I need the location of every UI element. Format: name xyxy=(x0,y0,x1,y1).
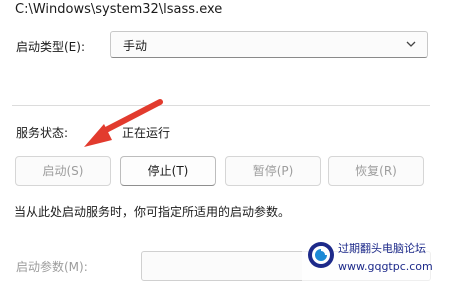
site-watermark: 过期翻头电脑论坛 www.gqgtpc.com xyxy=(302,236,450,284)
startup-type-label: 启动类型(E): xyxy=(16,40,85,54)
resume-button[interactable]: 恢复(R) xyxy=(328,156,424,186)
start-button[interactable]: 启动(S) xyxy=(15,156,111,186)
site-logo-icon xyxy=(308,242,334,268)
executable-path: C:\Windows\system32\lsass.exe xyxy=(15,2,223,17)
service-status-value: 正在运行 xyxy=(122,126,171,140)
pause-button[interactable]: 暂停(P) xyxy=(225,156,321,186)
chevron-down-icon xyxy=(406,41,416,47)
section-divider xyxy=(12,105,430,106)
watermark-url: www.gqgtpc.com xyxy=(338,260,433,273)
stop-button[interactable]: 停止(T) xyxy=(120,156,216,186)
service-status-label: 服务状态: xyxy=(16,126,69,140)
start-params-hint: 当从此处启动服务时，你可指定所适用的启动参数。 xyxy=(14,205,291,219)
startup-type-dropdown[interactable]: 手动 xyxy=(110,31,428,58)
startup-type-value: 手动 xyxy=(123,39,148,53)
start-params-label: 启动参数(M): xyxy=(16,260,88,274)
service-properties-panel: C:\Windows\system32\lsass.exe 启动类型(E): 手… xyxy=(0,0,450,290)
watermark-title: 过期翻头电脑论坛 xyxy=(338,242,426,255)
